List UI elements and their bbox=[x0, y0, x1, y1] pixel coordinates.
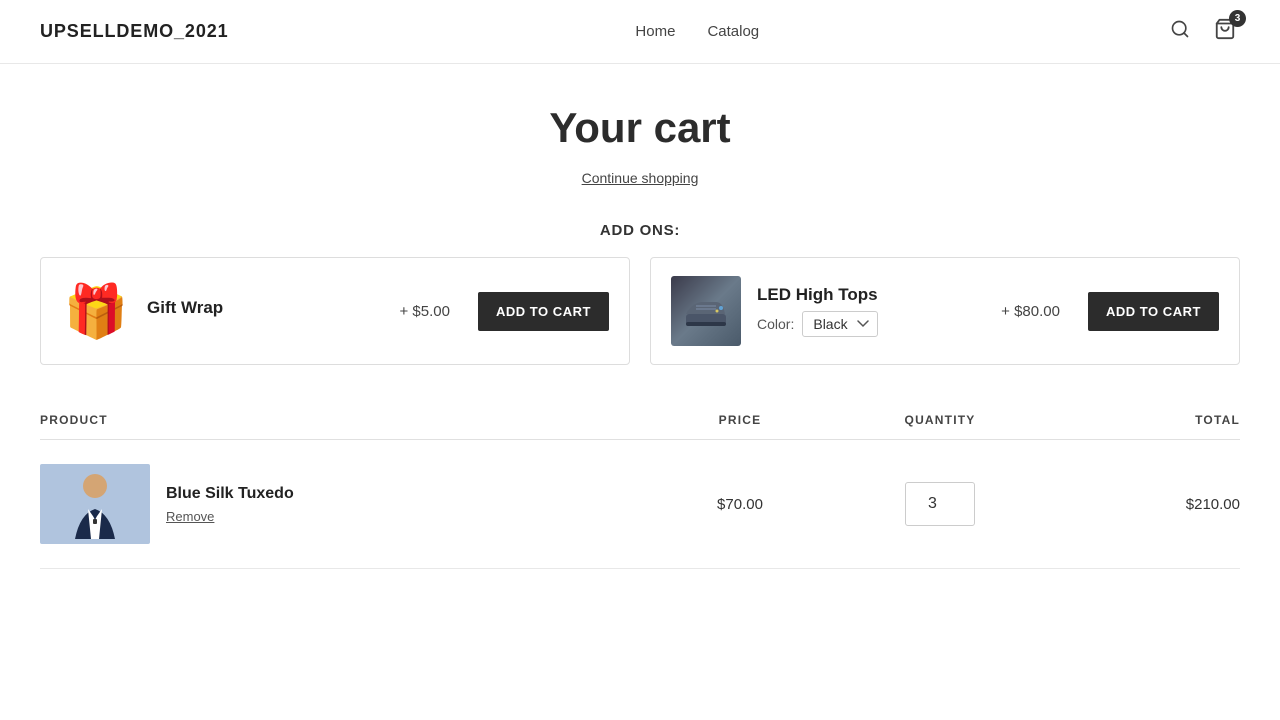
color-label: Color: bbox=[757, 316, 794, 332]
cart-table: PRODUCT PRICE QUANTITY TOTAL bbox=[40, 413, 1240, 569]
product-cell: Blue Silk Tuxedo Remove bbox=[40, 464, 640, 544]
col-quantity: QUANTITY bbox=[840, 413, 1040, 427]
addon-card-led-high-tops: LED High Tops Color: Black White Red Blu… bbox=[650, 257, 1240, 365]
col-total: TOTAL bbox=[1040, 413, 1240, 427]
addon-gift-wrap-add-to-cart-button[interactable]: ADD TO CART bbox=[478, 292, 609, 331]
remove-button[interactable]: Remove bbox=[166, 509, 294, 524]
tuxedo-svg bbox=[55, 464, 135, 544]
addon-card-gift-wrap: 🎁 Gift Wrap + $5.00 ADD TO CART bbox=[40, 257, 630, 365]
addon-led-tops-name: LED High Tops bbox=[757, 285, 985, 305]
header-actions: 3 bbox=[1166, 14, 1240, 50]
addons-section: ADD ONS: 🎁 Gift Wrap + $5.00 ADD TO CART bbox=[40, 222, 1240, 365]
quantity-input[interactable] bbox=[905, 482, 975, 526]
product-name: Blue Silk Tuxedo bbox=[166, 485, 294, 503]
main-content: Your cart Continue shopping ADD ONS: 🎁 G… bbox=[0, 64, 1280, 629]
site-logo[interactable]: UPSELLDEMO_2021 bbox=[40, 21, 229, 42]
search-icon bbox=[1170, 19, 1190, 39]
price-cell: $70.00 bbox=[640, 496, 840, 513]
addon-gift-wrap-details: Gift Wrap bbox=[147, 298, 383, 324]
nav-catalog[interactable]: Catalog bbox=[707, 23, 759, 40]
nav-home[interactable]: Home bbox=[635, 23, 675, 40]
total-cell: $210.00 bbox=[1040, 496, 1240, 513]
cart-button[interactable]: 3 bbox=[1210, 14, 1240, 50]
addon-led-tops-color-row: Color: Black White Red Blue bbox=[757, 311, 985, 337]
addon-gift-wrap-name: Gift Wrap bbox=[147, 298, 383, 318]
cart-badge: 3 bbox=[1229, 10, 1246, 27]
cart-table-header: PRODUCT PRICE QUANTITY TOTAL bbox=[40, 413, 1240, 440]
addon-led-tops-add-to-cart-button[interactable]: ADD TO CART bbox=[1088, 292, 1219, 331]
gift-wrap-image: 🎁 bbox=[61, 276, 131, 346]
continue-shopping-link[interactable]: Continue shopping bbox=[40, 170, 1240, 186]
table-row: Blue Silk Tuxedo Remove $70.00 $210.00 bbox=[40, 440, 1240, 569]
header: UPSELLDEMO_2021 Home Catalog 3 bbox=[0, 0, 1280, 64]
product-image bbox=[40, 464, 150, 544]
color-select[interactable]: Black White Red Blue bbox=[802, 311, 878, 337]
col-product: PRODUCT bbox=[40, 413, 640, 427]
addons-label: ADD ONS: bbox=[40, 222, 1240, 239]
led-shoes-image bbox=[671, 276, 741, 346]
addon-led-tops-details: LED High Tops Color: Black White Red Blu… bbox=[757, 285, 985, 337]
quantity-cell bbox=[840, 482, 1040, 526]
product-info: Blue Silk Tuxedo Remove bbox=[166, 485, 294, 524]
shoes-svg bbox=[681, 286, 731, 336]
addon-gift-wrap-price: + $5.00 bbox=[399, 303, 449, 320]
col-price: PRICE bbox=[640, 413, 840, 427]
page-title: Your cart bbox=[40, 104, 1240, 152]
main-nav: Home Catalog bbox=[635, 23, 759, 40]
addons-grid: 🎁 Gift Wrap + $5.00 ADD TO CART bbox=[40, 257, 1240, 365]
addon-led-tops-price: + $80.00 bbox=[1001, 303, 1060, 320]
search-button[interactable] bbox=[1166, 15, 1194, 49]
